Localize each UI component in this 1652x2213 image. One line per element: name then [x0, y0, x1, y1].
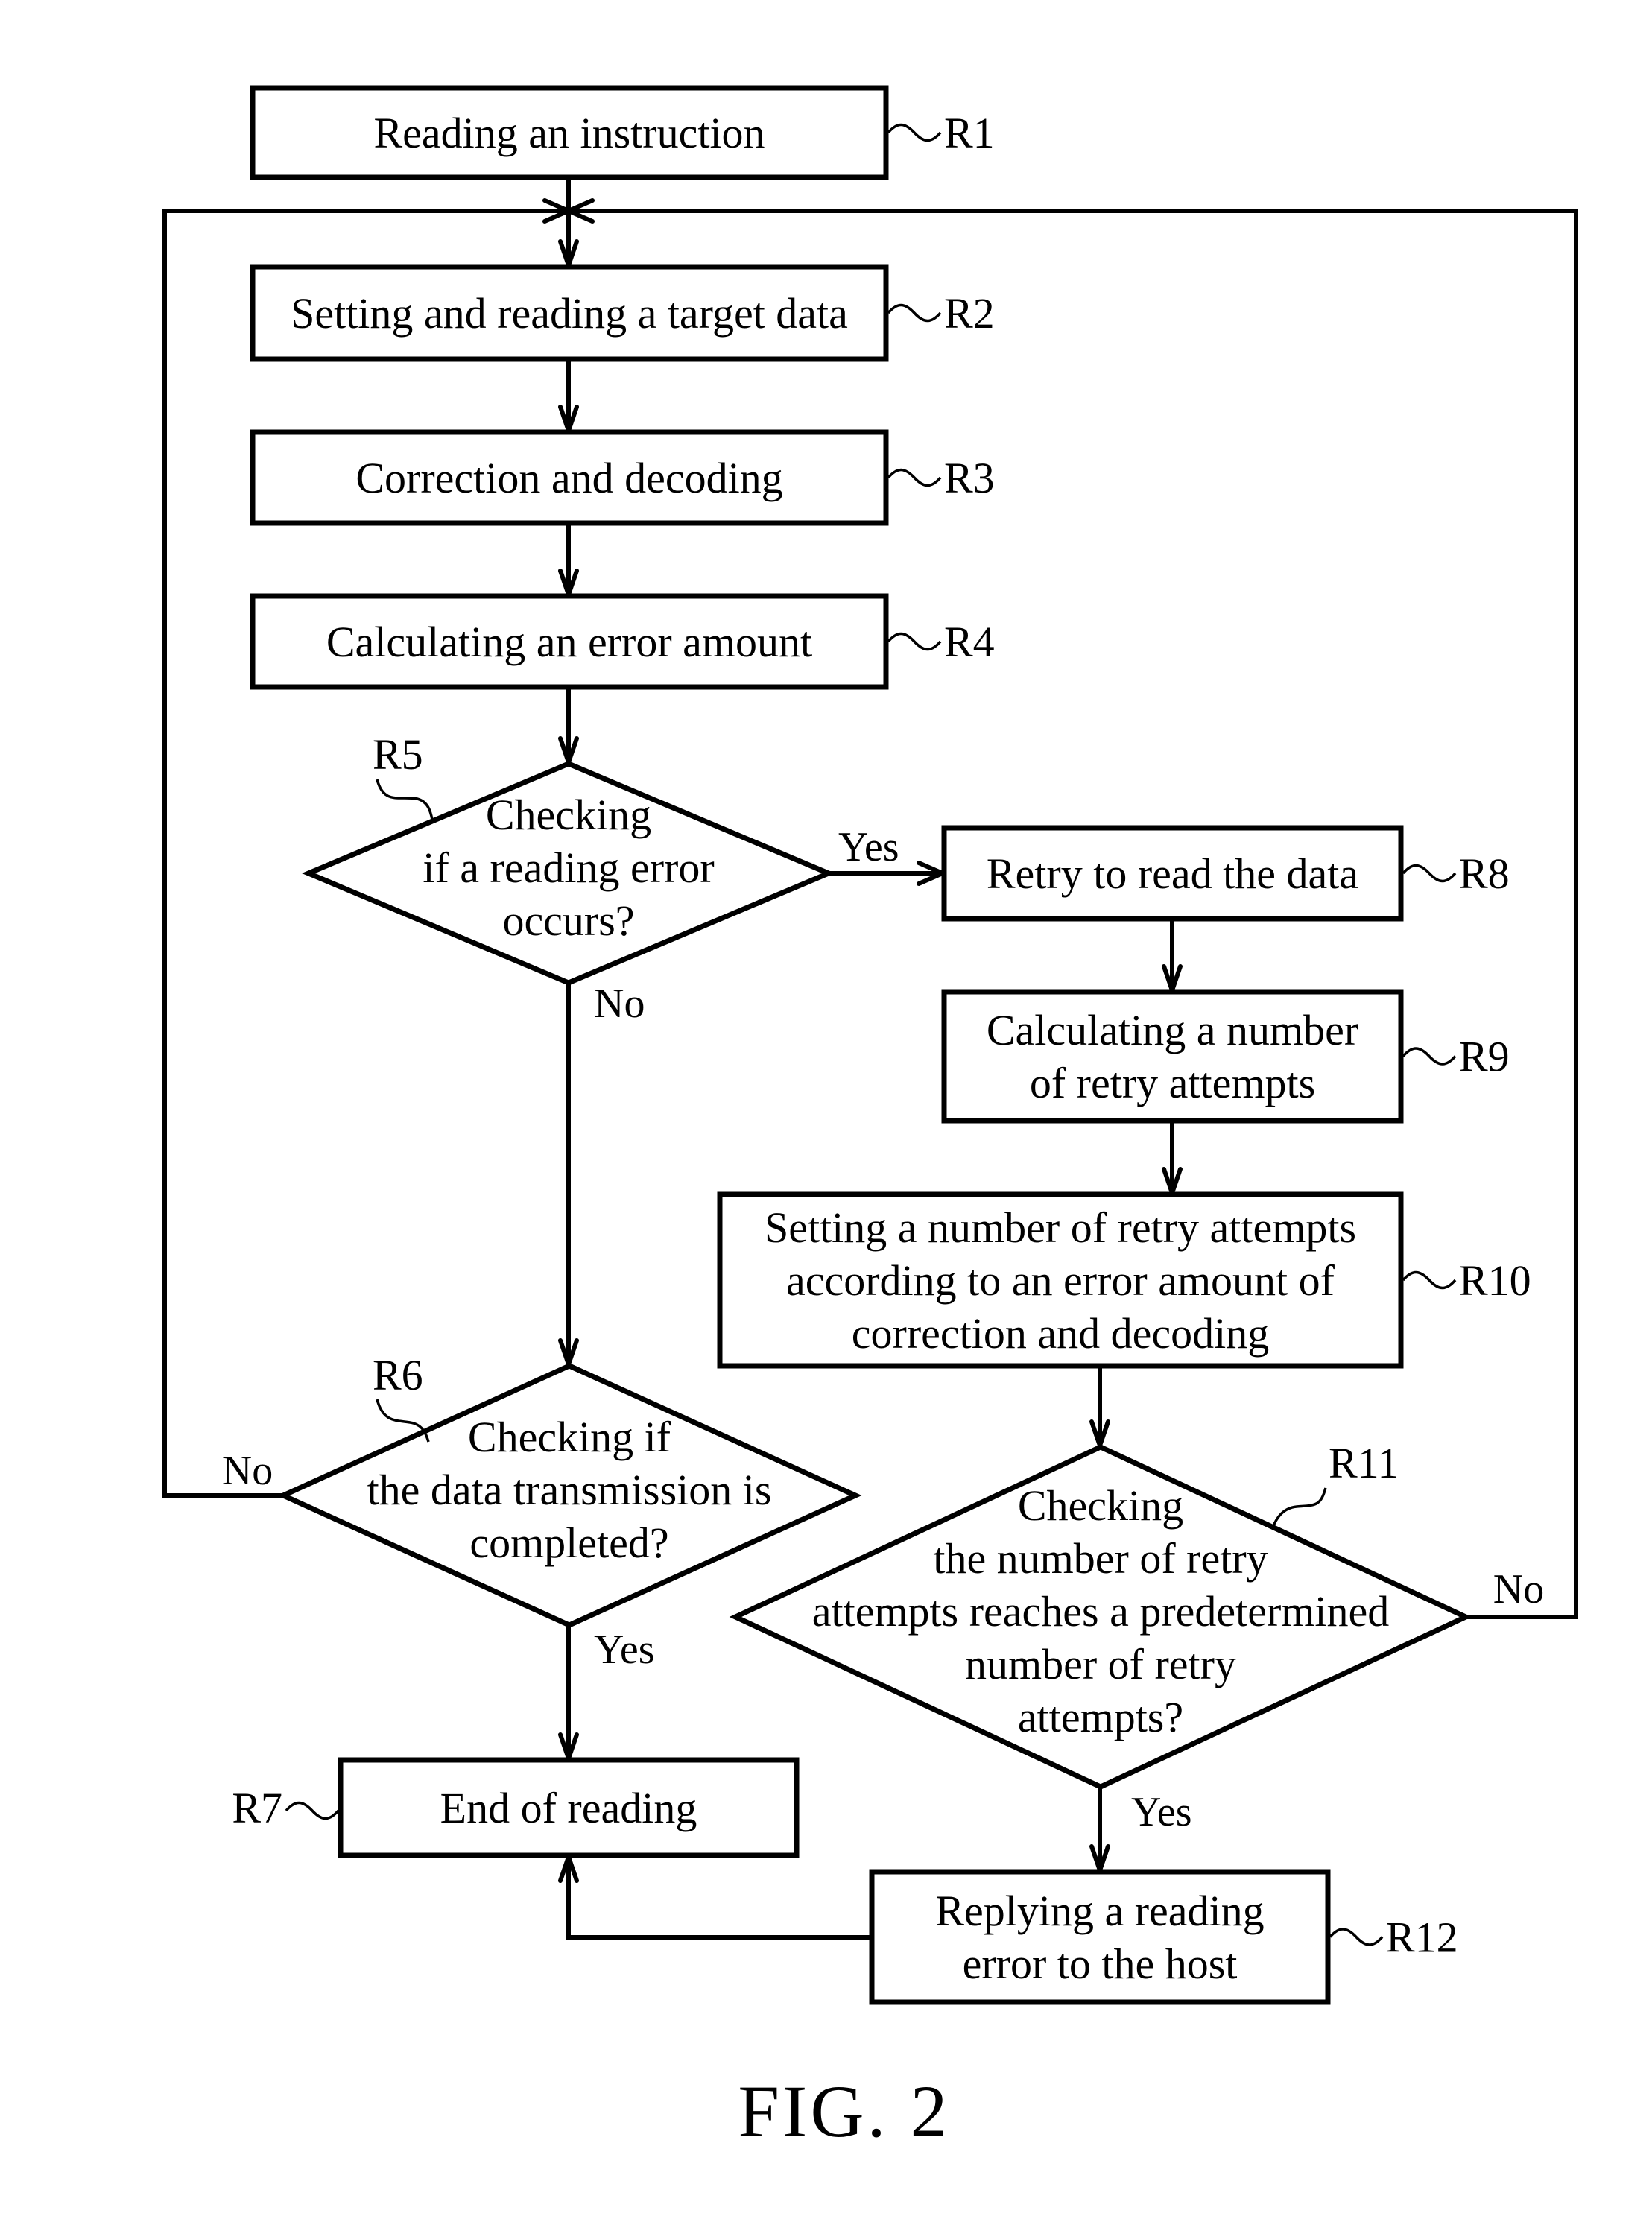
step-reference-label: R7	[232, 1784, 282, 1832]
R12-text-line: error to the host	[963, 1940, 1238, 1988]
reference-leader-icon	[1271, 1487, 1327, 1528]
edge-label-no: No	[222, 1448, 273, 1494]
step-reference-label: R2	[944, 289, 995, 338]
step-r5: Checkingif a reading erroroccurs? R5	[301, 730, 836, 986]
step-r4: Calculating an error amount R4	[250, 593, 995, 690]
flowchart-figure: Reading an instruction R1 Setting and read…	[162, 85, 1578, 2153]
R6-text-line: completed?	[469, 1519, 668, 1567]
step-reference-label: R4	[944, 618, 995, 666]
R11-text-line: attempts reaches a predetermined	[812, 1587, 1390, 1636]
edge-label-no: No	[594, 981, 645, 1027]
step-reference-label: R11	[1329, 1439, 1399, 1487]
R11-text-line: number of retry	[965, 1640, 1236, 1688]
step-reference-label: R8	[1459, 849, 1510, 898]
step-r6: Checking if the data transmission is compl…	[276, 1351, 862, 1628]
R7-text-line: End of reading	[440, 1784, 697, 1832]
step-r10: Setting a number of retry attemptsaccord…	[717, 1191, 1531, 1369]
step-reference-label: R5	[373, 730, 423, 779]
step-reference-label: R12	[1386, 1913, 1458, 1962]
R10-text-line: correction and decoding	[852, 1309, 1269, 1358]
R10-text-line: Setting a number of retry attempts	[765, 1203, 1356, 1252]
R4-text-line: Calculating an error amount	[326, 618, 812, 666]
R5-text-line: occurs?	[502, 896, 634, 945]
reference-leader-icon	[285, 1801, 340, 1820]
reference-leader-icon	[1402, 1270, 1457, 1290]
R5-text-line: if a reading error	[423, 843, 714, 892]
step-reference-label: R3	[944, 454, 995, 502]
R8-text-line: Retry to read the data	[987, 849, 1358, 898]
R11-text-line: the number of retry	[933, 1534, 1268, 1583]
R11-text-line: Checking	[1018, 1481, 1183, 1530]
step-r2: Setting and reading a target data R2	[250, 264, 995, 362]
R9-text-line: of retry attempts	[1030, 1059, 1315, 1107]
reference-leader-icon	[1402, 1047, 1457, 1066]
reference-leader-icon	[887, 303, 942, 323]
edge-label-yes: Yes	[1131, 1789, 1191, 1835]
R6-text-line: Checking if	[468, 1413, 671, 1461]
connector-r12-r7	[566, 1857, 872, 1940]
figure-caption: FIG. 2	[738, 2070, 950, 2153]
step-reference-label: R9	[1459, 1033, 1510, 1081]
edge-label-no: No	[1493, 1566, 1544, 1612]
reference-leader-icon	[887, 468, 942, 487]
flow-steps: Reading an instruction R1 Setting and read…	[232, 85, 1531, 2005]
R12-text-line: Replying a reading	[935, 1887, 1264, 1935]
reference-leader-icon	[887, 123, 942, 142]
R3-text-line: Correction and decoding	[355, 454, 782, 502]
R9-text-line: Calculating a number	[987, 1006, 1358, 1054]
R6-text-line: the data transmission is	[367, 1466, 772, 1514]
reference-leader-icon	[1329, 1928, 1384, 1946]
step-r9: Calculating a number of retry attempts R9	[941, 989, 1510, 1124]
step-reference-label: R1	[944, 109, 995, 157]
step-reference-label: R6	[373, 1351, 423, 1399]
edge-label-yes: Yes	[594, 1627, 654, 1673]
step-r7: End of reading R7	[232, 1757, 800, 1858]
R11-text-line: attempts?	[1018, 1693, 1183, 1741]
R1-text-line: Reading an instruction	[373, 109, 765, 157]
R10-text-line: according to an error amount of	[786, 1256, 1335, 1305]
step-reference-label: R10	[1459, 1256, 1531, 1305]
step-r3: Correction and decoding R3	[250, 429, 995, 526]
reference-leader-icon	[887, 632, 942, 651]
step-r1: Reading an instruction R1	[250, 85, 995, 180]
R5-text-line: Checking	[486, 791, 651, 839]
R2-text-line: Setting and reading a target data	[291, 289, 848, 338]
edge-label-yes: Yes	[838, 824, 899, 870]
step-r12: Replying a reading error to the host R12	[869, 1869, 1458, 2005]
reference-leader-icon	[1402, 864, 1457, 883]
reference-leader-icon	[376, 779, 434, 820]
step-r8: Retry to read the data R8	[941, 825, 1510, 922]
